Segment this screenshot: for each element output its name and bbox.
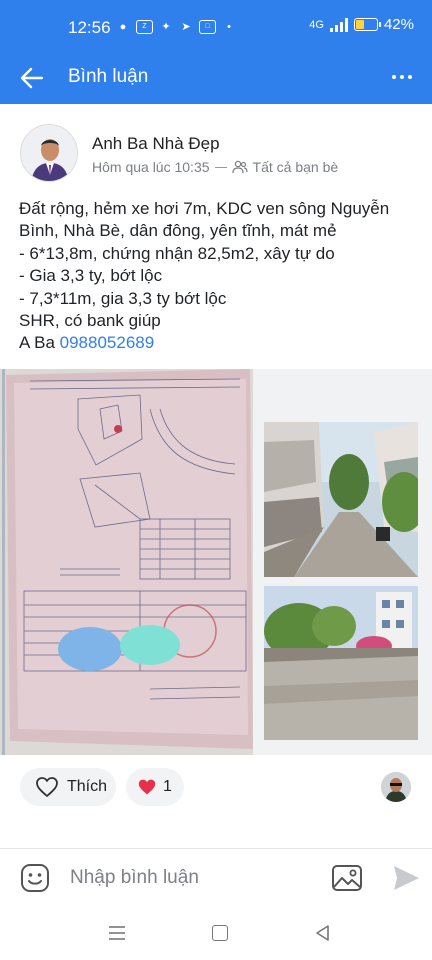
alley-photo-2[interactable] — [264, 586, 418, 740]
signal-icon — [329, 17, 348, 32]
avatar-photo — [21, 125, 77, 181]
post-photo-collage — [0, 369, 432, 755]
recent-apps-icon[interactable] — [108, 925, 126, 941]
meta-separator — [214, 166, 227, 168]
like-label: Thích — [67, 778, 108, 795]
alley-photo-1[interactable] — [264, 422, 418, 577]
page-title: Bình luận — [68, 66, 149, 87]
post-line: - 7,3*11m, gia 3,3 ty bớt lộc — [19, 288, 227, 308]
messenger-notification-icon: ✦ — [161, 21, 171, 33]
author-avatar[interactable] — [20, 124, 78, 182]
sticker-icon — [21, 864, 49, 892]
profile-notification-icon: ● — [119, 21, 127, 33]
app-notification-icon: □ — [199, 20, 216, 34]
more-dots-icon — [392, 75, 396, 79]
post-line: - Gia 3,3 ty, bớt lộc — [19, 266, 163, 286]
reactor-avatar[interactable] — [381, 772, 411, 802]
contact-prefix: A Ba — [19, 333, 60, 353]
network-label: 4G — [309, 18, 324, 31]
phone-link[interactable]: 0988052689 — [60, 333, 155, 352]
more-options-button[interactable] — [388, 65, 416, 89]
back-button[interactable] — [14, 60, 50, 96]
battery-level — [355, 20, 364, 29]
send-button[interactable] — [391, 863, 421, 893]
zalo-notification-icon: Z — [136, 20, 153, 34]
post-contact-line: A Ba 0988052689 — [19, 332, 419, 354]
certificate-image — [0, 369, 253, 755]
post-audience: Tất cả bạn bè — [252, 159, 339, 175]
status-bar: 12:56 ● Z ✦ ➤ □ • 4G 42% — [0, 0, 432, 52]
land-certificate-photo[interactable] — [0, 369, 253, 755]
post-text: Đất rộng, hẻm xe hơi 7m, KDC ven sông Ng… — [19, 198, 419, 355]
reactor-avatar-photo — [381, 772, 411, 802]
battery-percent: 42% — [383, 16, 414, 33]
reaction-count: 1 — [163, 778, 172, 795]
image-button[interactable] — [330, 862, 364, 894]
system-nav-bar — [0, 907, 432, 960]
comment-bar — [0, 849, 432, 907]
post-line: - 6*13,8m, chứng nhận 82,5m2, xây tự do — [19, 243, 335, 263]
back-triangle-icon[interactable] — [314, 924, 332, 942]
post-line: Đất rộng, hẻm xe hơi 7m, KDC ven sông Ng… — [19, 199, 390, 218]
send-icon — [394, 866, 419, 890]
dot-icon: • — [227, 21, 231, 33]
post-author[interactable]: Anh Ba Nhà Đẹp — [92, 134, 220, 154]
like-button[interactable]: Thích — [20, 768, 116, 806]
reaction-count-button[interactable]: 1 — [126, 768, 184, 806]
arrow-left-icon — [20, 67, 44, 89]
battery-icon — [353, 18, 381, 31]
heart-outline-icon — [36, 777, 58, 797]
post-meta: Hôm qua lúc 10:35 Tất cả bạn bè — [92, 159, 338, 175]
alley-image-1 — [264, 422, 418, 577]
red-heart-icon — [138, 779, 156, 795]
home-icon[interactable] — [212, 925, 228, 941]
post-time: Hôm qua lúc 10:35 — [92, 159, 210, 175]
sticker-button[interactable] — [19, 862, 51, 894]
image-icon — [332, 865, 362, 891]
telegram-notification-icon: ➤ — [181, 21, 191, 33]
status-time: 12:56 — [68, 18, 111, 37]
comment-input[interactable] — [70, 864, 310, 892]
post-line: SHR, có bank giúp — [19, 311, 161, 331]
post-line: Bình, Nhà Bè, dân đông, yên tĩnh, mát mẻ — [19, 221, 337, 241]
friends-icon — [231, 160, 248, 174]
status-right: 4G 42% — [309, 16, 414, 33]
app-header: Bình luận — [0, 52, 432, 104]
alley-image-2 — [264, 586, 418, 740]
notification-icons: ● Z ✦ ➤ □ • — [116, 20, 236, 34]
